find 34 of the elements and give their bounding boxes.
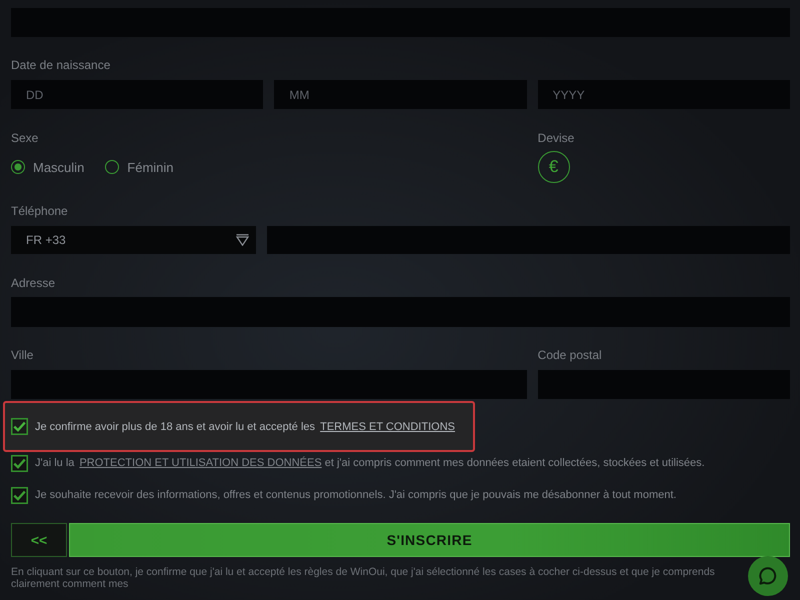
phone-number-field[interactable] — [267, 226, 790, 254]
back-button[interactable]: << — [11, 523, 67, 557]
postal-code-field[interactable] — [538, 370, 790, 399]
field-label: Adresse — [11, 275, 56, 291]
date-field[interactable]: DD — [11, 80, 264, 109]
consent-text: Je souhaite recevoir des informations, offres et contenus promotionnels. J'ai compris que je pouvais me désabonner à tout moment. — [35, 489, 676, 501]
terms-link[interactable]: TERMES ET CONDITIONS — [320, 420, 455, 432]
date-field[interactable]: YYYY — [538, 80, 790, 109]
date-field[interactable]: MM — [274, 80, 527, 109]
address-field[interactable] — [11, 297, 790, 327]
city-field[interactable] — [11, 370, 527, 399]
disclaimer-text: En cliquant sur ce bouton, je confirme que j'ai lu et accepté les règles de WinOui, que j'ai sélectionné les cases à cocher ci-dessus et que je comprends clairement comment mes — [11, 566, 716, 590]
field-label: Téléphone — [11, 203, 69, 219]
field-label: Date de naissance — [11, 57, 112, 73]
radio-label[interactable]: Masculin — [33, 160, 84, 174]
radio-button[interactable] — [11, 160, 25, 174]
radio-label[interactable]: Féminin — [127, 160, 174, 174]
submit-button[interactable]: S'INSCRIRE — [69, 523, 790, 557]
field-label: Code postal — [538, 347, 603, 363]
country-code-select[interactable]: FR +33 — [11, 226, 256, 254]
currency-button[interactable]: € — [538, 151, 570, 183]
privacy-link[interactable]: PROTECTION ET UTILISATION DES DONNÉES — [79, 457, 322, 469]
consent-text: J'ai lu la PROTECTION ET UTILISATION DES DONNÉES et j'ai compris comment mes données etaient collectées, stockées et utilisées. — [35, 457, 705, 469]
checkbox[interactable] — [11, 418, 28, 435]
field-label: Sexe — [11, 130, 40, 146]
caret-icon — [236, 234, 249, 246]
field-label: Devise — [538, 130, 576, 146]
field-label: Ville — [11, 347, 34, 363]
speech-bubble-icon — [758, 566, 778, 586]
checkbox[interactable] — [11, 454, 28, 472]
radio-button[interactable] — [105, 160, 120, 174]
consent-text: Je confirme avoir plus de 18 ans et avoir lu et accepté les TERMES ET CONDITIONS — [35, 420, 455, 432]
checkbox[interactable] — [11, 486, 28, 504]
chat-button[interactable] — [748, 556, 788, 596]
